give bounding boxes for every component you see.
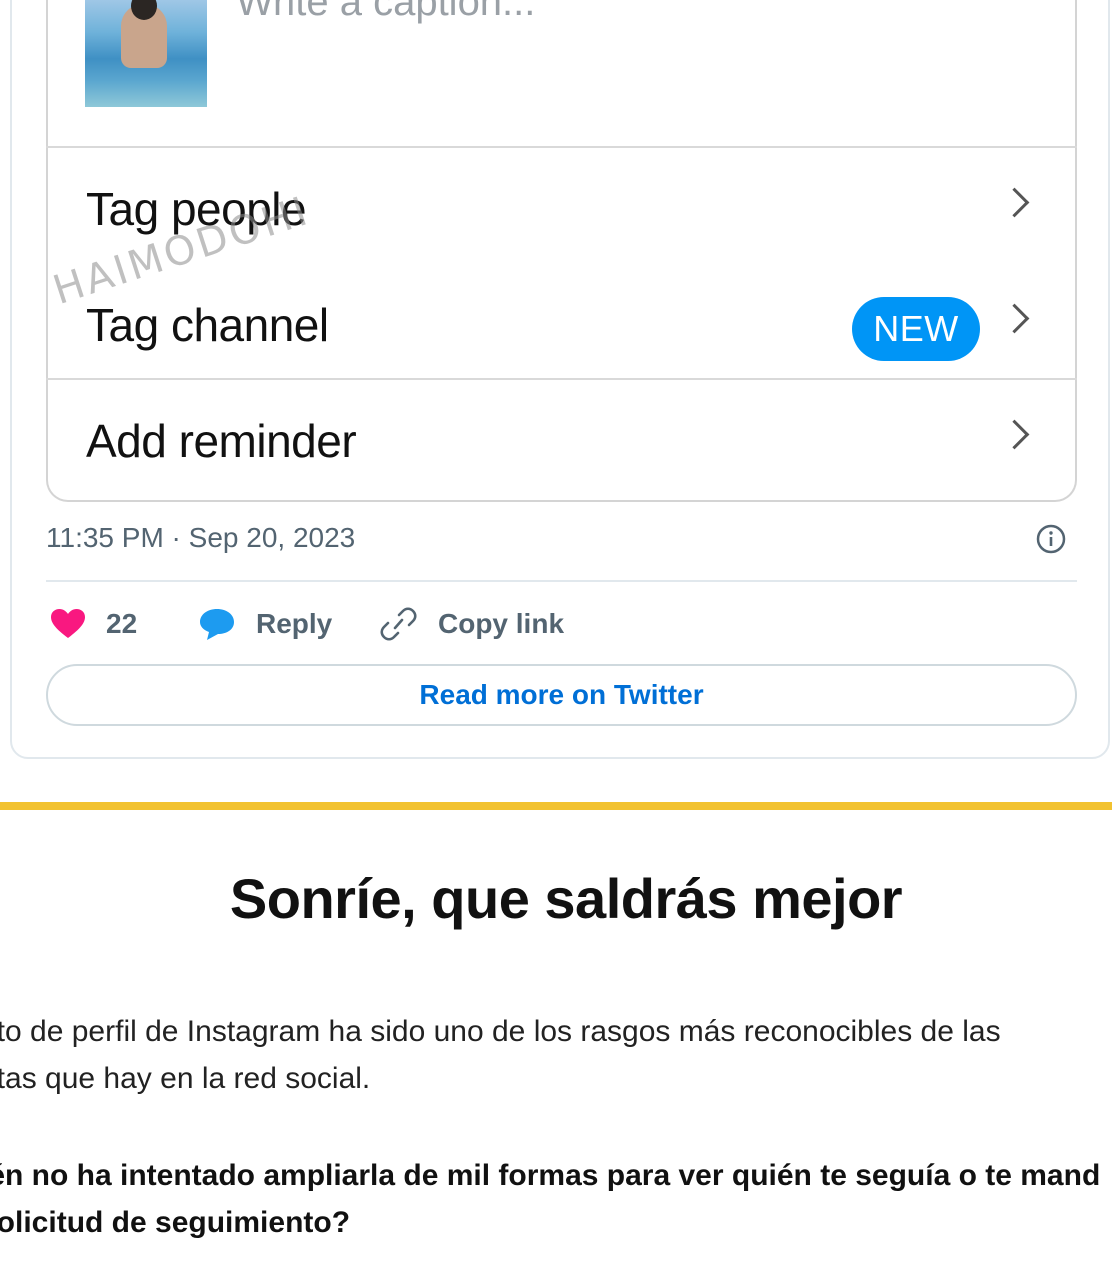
divider [46, 580, 1077, 582]
reply-bubble-icon [200, 609, 234, 640]
menu-label: Tag people [86, 183, 307, 235]
chevron-right-icon [999, 419, 1030, 450]
copy-link-label: Copy link [438, 608, 565, 639]
menu-row-add-reminder[interactable]: Add reminder [46, 388, 1077, 488]
copy-link-button[interactable]: Copy link [378, 604, 564, 644]
divider [46, 378, 1077, 380]
article-bold-paragraph-line: ién no ha intentado ampliarla de mil for… [0, 1159, 1101, 1192]
menu-row-tag-channel[interactable]: Tag channel NEW [46, 272, 1077, 372]
article-heading: Sonríe, que saldrás mejor [229, 867, 903, 930]
article-paragraph-line: oto de perfil de Instagram ha sido uno d… [0, 1015, 1001, 1048]
menu-label: Tag channel [86, 299, 329, 351]
chevron-right-icon [999, 187, 1030, 218]
menu-row-tag-people[interactable]: Tag people [46, 156, 1077, 256]
reply-label: Reply [256, 608, 333, 639]
reply-button[interactable]: Reply [198, 604, 332, 644]
like-button[interactable]: 22 [50, 604, 137, 644]
post-thumbnail [85, 0, 207, 107]
read-more-on-twitter-button[interactable]: Read more on Twitter [46, 664, 1077, 726]
divider [46, 146, 1077, 148]
tweet-timestamp[interactable]: 11:35 PM · Sep 20, 2023 [46, 522, 355, 554]
info-icon[interactable] [1036, 524, 1066, 554]
caption-input[interactable]: Write a caption... [236, 0, 535, 24]
article-paragraph-line: ntas que hay en la red social. [0, 1062, 371, 1095]
heart-icon [51, 609, 85, 638]
article-bold-paragraph-line: solicitud de seguimiento? [0, 1206, 351, 1239]
menu-label: Add reminder [86, 415, 357, 467]
new-badge: NEW [852, 297, 980, 361]
link-icon [380, 607, 417, 641]
chevron-right-icon [999, 303, 1030, 334]
section-divider [0, 802, 1112, 810]
like-count: 22 [106, 608, 138, 639]
